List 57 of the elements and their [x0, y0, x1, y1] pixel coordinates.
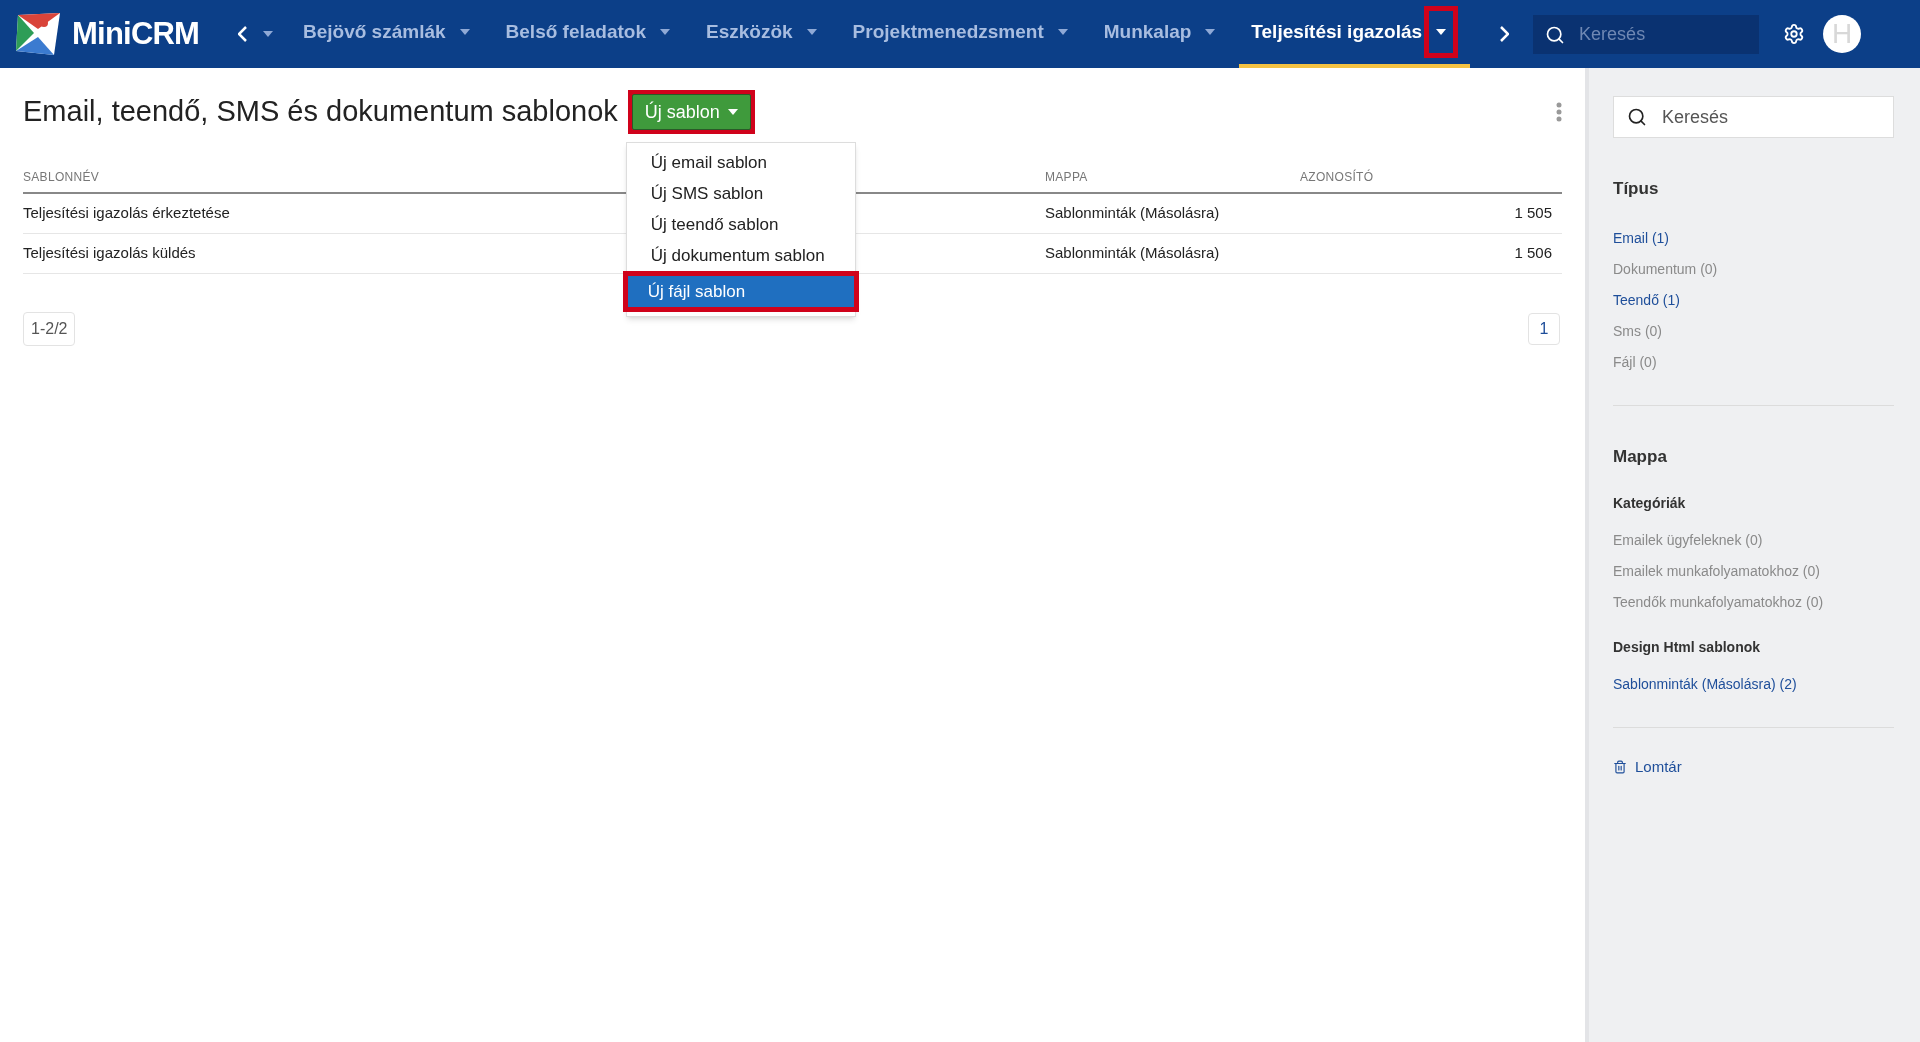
search-icon	[1627, 107, 1647, 127]
filter-link[interactable]: Fájl (0)	[1613, 351, 1657, 373]
menu-item[interactable]: Új teendő sablon	[626, 209, 855, 240]
folder-link[interactable]: Teendők munkafolyamatokhoz (0)	[1613, 592, 1824, 613]
caret-icon	[806, 29, 817, 35]
caret-icon	[727, 109, 738, 115]
menu-item[interactable]: Új fájl sablon	[622, 271, 859, 312]
folder-link[interactable]: Emailek munkafolyamatokhoz (0)	[1613, 561, 1820, 582]
nav-tab[interactable]: Eszközök	[694, 0, 841, 68]
menu-item[interactable]: Új SMS sablon	[626, 178, 855, 209]
caret-icon	[263, 31, 273, 37]
filter-link[interactable]: Teendő (1)	[1613, 289, 1680, 311]
folder-link[interactable]: Emailek ügyfeleknek (0)	[1613, 530, 1763, 551]
group-title: Kategóriák	[1613, 494, 1687, 513]
new-template-button[interactable]: Új sablon	[631, 94, 751, 130]
caret-icon	[459, 29, 470, 35]
menu-item[interactable]: Új email sablon	[626, 147, 855, 178]
trash-link[interactable]: Lomtár	[1613, 756, 1682, 779]
section-title: Mappa	[1613, 445, 1668, 468]
nav-tab[interactable]: Belső feladatok	[493, 0, 694, 68]
filter-link[interactable]: Email (1)	[1613, 227, 1669, 249]
filter-link[interactable]: Dokumentum (0)	[1613, 258, 1718, 280]
chevron-left-icon	[238, 26, 247, 42]
table-cell-text: 1 505	[1514, 203, 1553, 224]
page-button[interactable]: 1	[1528, 313, 1560, 345]
table-cell-text: Sablonminták (Másolásra)	[1045, 203, 1220, 224]
table-cell-text: Teljesítési igazolás küldés	[23, 243, 196, 264]
table-cell-text: Teljesítési igazolás érkeztetése	[23, 203, 230, 224]
nav-tab[interactable]: Munkalap	[1091, 0, 1240, 68]
group-title: Design Html sablonok	[1613, 638, 1762, 657]
range-label: 1-2/2	[23, 312, 76, 346]
column-header: SABLONNÉV	[23, 168, 100, 186]
menu-item[interactable]: Új dokumentum sablon	[626, 240, 855, 271]
filter-link[interactable]: Sms (0)	[1613, 320, 1662, 342]
trash-icon	[1613, 760, 1627, 775]
caret-icon	[1205, 29, 1216, 35]
search-field[interactable]: Keresés	[1533, 14, 1760, 54]
nav-tab[interactable]: Teljesítési igazolás	[1239, 0, 1471, 68]
page-title: Email, teendő, SMS és dokumentum sablonok	[23, 94, 618, 130]
nav-tab[interactable]: Projektmenedzsment	[840, 0, 1092, 68]
table-cell-text: 1 506	[1514, 243, 1553, 264]
section-title: Típus	[1613, 178, 1660, 200]
caret-icon	[1436, 29, 1447, 35]
settings-icon[interactable]	[1783, 23, 1806, 45]
more-options-icon[interactable]	[1556, 102, 1562, 122]
column-header: AZONOSÍTÓ	[1300, 168, 1374, 186]
search-icon	[1545, 24, 1566, 45]
table-cell-text: Sablonminták (Másolásra)	[1045, 243, 1220, 264]
chevron-right-icon	[1500, 26, 1510, 42]
search-field[interactable]: Keresés	[1613, 96, 1894, 138]
caret-icon	[660, 29, 670, 35]
tab-dropdown-toggle[interactable]	[1424, 6, 1459, 58]
caret-icon	[1057, 29, 1068, 35]
nav-tab[interactable]: Bejövő számlák	[291, 0, 494, 68]
logo-text: MiniCRM	[72, 14, 200, 53]
column-header: MAPPA	[1045, 169, 1088, 186]
folder-link[interactable]: Sablonminták (Másolásra) (2)	[1613, 674, 1797, 695]
